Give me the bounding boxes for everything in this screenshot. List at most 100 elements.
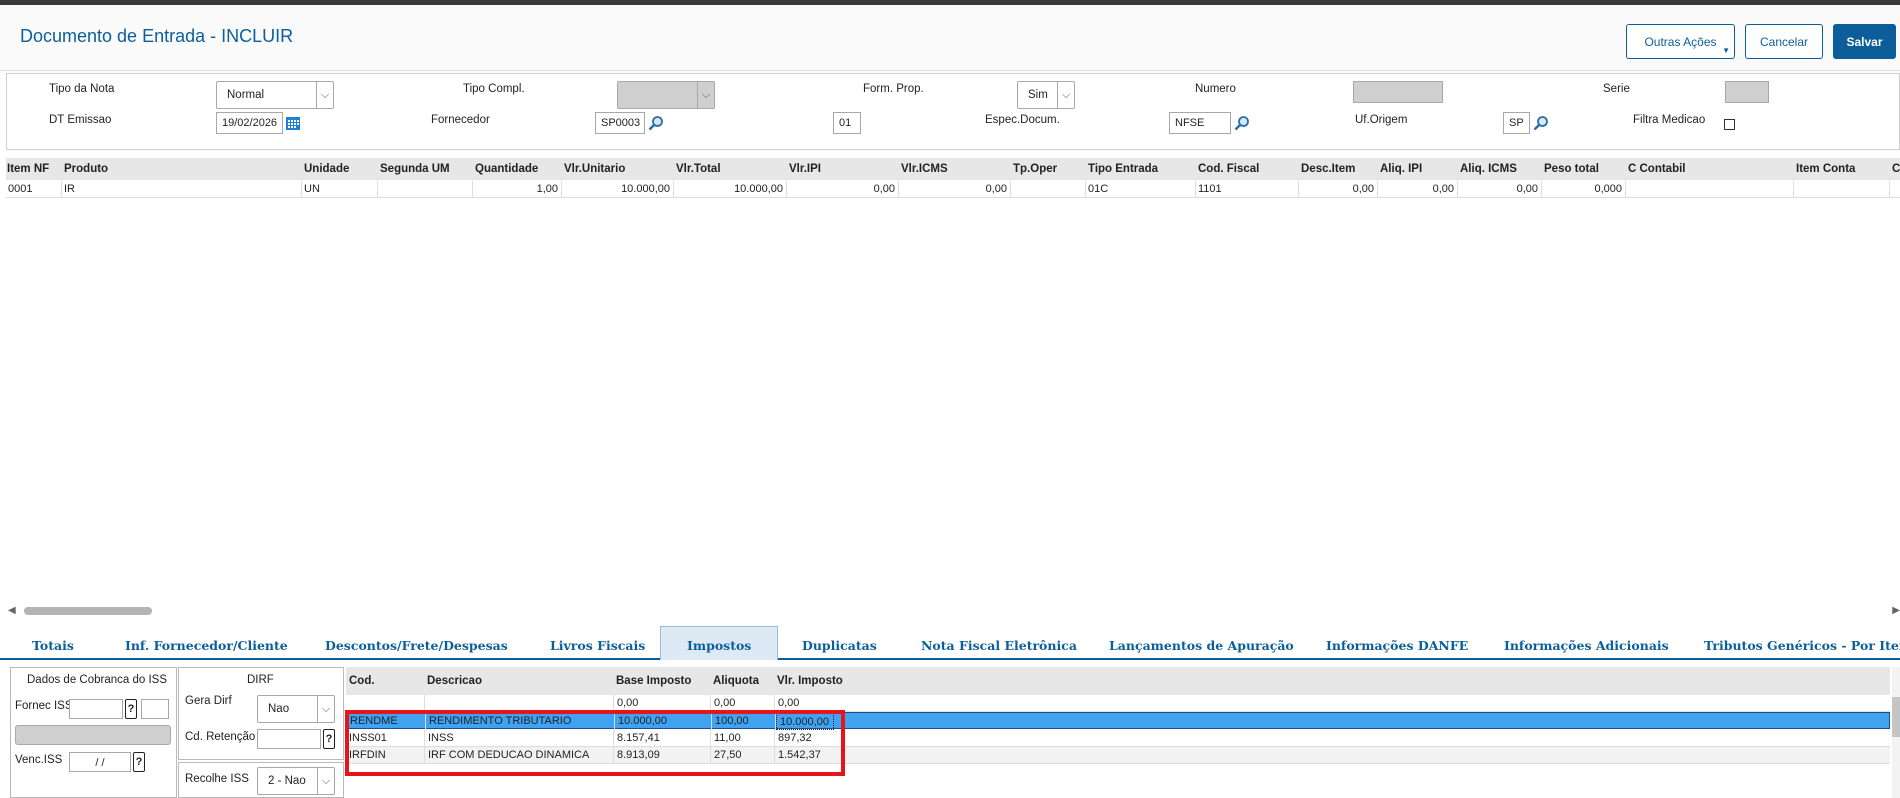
column-header[interactable]: Base Imposto [616,675,691,687]
column-header[interactable]: Tp.Oper [1013,163,1057,175]
numero-input[interactable] [1353,81,1443,103]
page-header: Documento de Entrada - INCLUIR Outras Aç… [0,5,1900,71]
gera-dirf-value: Nao [268,703,290,715]
scrollbar-thumb[interactable] [24,607,152,615]
column-header[interactable]: Item NF [7,163,49,175]
calendar-icon[interactable] [285,115,301,131]
cd-retencao-input[interactable] [257,729,321,749]
serie-input[interactable] [1725,81,1769,103]
column-header[interactable]: Aliq. ICMS [1460,163,1517,175]
page-title: Documento de Entrada - INCLUIR [20,26,294,46]
column-header[interactable]: Unidade [304,163,349,175]
tipo-nota-select[interactable]: Normal ⌵ [216,81,334,109]
column-header[interactable]: C Contabil [1628,163,1686,175]
column-header[interactable]: Aliquota [713,675,759,687]
cell-base: 10.000,00 [615,713,712,730]
fornec-iss-input[interactable] [69,699,123,719]
tab-livros-fiscais[interactable]: Livros Fiscais [550,638,645,653]
column-header[interactable]: Desc.Item [1301,163,1355,175]
espec-docum-input[interactable]: NFSE [1169,112,1231,134]
column-header[interactable]: Tipo Entrada [1088,163,1158,175]
cell-valor[interactable]: 10.000,00 [776,713,834,730]
cell-base: 0,00 [614,695,711,712]
column-header[interactable]: Vlr. Imposto [777,675,843,687]
totals-row[interactable]: 0,00 0,00 0,00 [346,695,1890,712]
tab-totais[interactable]: Totais [32,638,74,653]
search-icon[interactable] [648,115,664,131]
cd-retencao-label: Cd. Retenção [185,731,256,743]
fornec-iss-label: Fornec ISS [15,700,73,712]
cell-cod: INSS01 [346,730,425,747]
column-header[interactable]: Segunda UM [380,163,450,175]
tab-nota-fiscal-eletronica[interactable]: Nota Fiscal Eletrônica [921,638,1077,653]
fornec-iss-loja-input[interactable] [141,699,169,719]
taxes-grid-header: Cod. Descricao Base Imposto Aliquota Vlr… [346,667,1890,695]
scroll-left-icon[interactable]: ◀ [8,605,16,616]
outras-acoes-button[interactable]: Outras Ações ▼ [1626,24,1735,59]
column-header[interactable]: Cod. Fiscal [1198,163,1259,175]
cell-descricao [425,695,614,712]
column-header[interactable]: Quantidade [475,163,538,175]
cd-retencao-help-button[interactable]: ? [323,729,335,749]
column-header[interactable]: Item Conta [1796,163,1855,175]
loja-input[interactable]: 01 [833,112,861,134]
venc-iss-input[interactable]: / / [69,752,131,772]
tab-duplicatas[interactable]: Duplicatas [802,638,877,653]
table-row[interactable]: 0001 IR UN 1,00 10.000,00 10.000,00 0,00… [6,181,1900,198]
column-header[interactable]: Vlr.IPI [789,163,821,175]
chevron-down-icon: ⌵ [317,696,334,722]
tab-informacoes-adicionais[interactable]: Informações Adicionais [1504,638,1669,653]
fornecedor-input[interactable]: SP0003 [595,112,645,134]
taxes-grid-scrollbar[interactable] [1892,667,1900,798]
table-row[interactable]: IRFDIN IRF COM DEDUCAO DINAMICA 8.913,09… [346,747,1890,764]
cell-vlr-unitario: 10.000,00 [562,181,674,198]
cell-item-conta [1794,181,1890,198]
column-header[interactable]: Vlr.Unitario [564,163,625,175]
tab-informacoes-danfe[interactable]: Informações DANFE [1326,638,1468,653]
taxes-grid: Cod. Descricao Base Imposto Aliquota Vlr… [346,667,1890,798]
scroll-right-icon[interactable]: ▶ [1892,605,1900,616]
form-prop-value: Sim [1028,89,1048,101]
tab-tributos-genericos[interactable]: Tributos Genéricos - Por Item [1704,638,1900,653]
espec-docum-label: Espec.Docum. [985,114,1060,126]
column-header[interactable]: Vlr.Total [676,163,721,175]
dt-emissao-input[interactable]: 19/02/2026 [216,112,283,134]
scrollbar-thumb[interactable] [1892,697,1900,737]
filtra-medicao-label: Filtra Medicao [1633,114,1706,126]
save-button[interactable]: Salvar [1833,24,1896,59]
column-header[interactable]: Produto [64,163,108,175]
uf-origem-input[interactable]: SP [1503,112,1530,134]
recolhe-iss-label: Recolhe ISS [185,773,249,785]
table-row[interactable]: INSS01 INSS 8.157,41 11,00 897,32 [346,730,1890,747]
search-icon[interactable] [1533,115,1549,131]
fornec-iss-help-button[interactable]: ? [125,699,137,719]
cancel-button[interactable]: Cancelar [1745,24,1823,59]
venc-iss-label: Venc.ISS [15,754,63,766]
table-row[interactable]: RENDME RENDIMENTO TRIBUTARIO 10.000,00 1… [346,712,1890,730]
column-header[interactable]: Descricao [427,675,482,687]
column-header[interactable]: Aliq. IPI [1380,163,1422,175]
tab-inf-fornecedor[interactable]: Inf. Fornecedor/Cliente [125,638,288,653]
cell-descricao: INSS [425,730,614,747]
gera-dirf-select[interactable]: Nao ⌵ [257,695,335,723]
form-prop-select[interactable]: Sim ⌵ [1017,81,1075,109]
tipo-compl-select[interactable]: ⌵ [617,81,715,109]
items-grid-scrollbar[interactable]: ◀ ▶ [6,604,1900,618]
column-header[interactable]: Peso total [1544,163,1599,175]
recolhe-iss-select[interactable]: 2 - Nao ⌵ [257,767,335,795]
cell-aliquota: 0,00 [711,695,775,712]
cell-tipo-entrada: 01C [1086,181,1196,198]
tab-descontos[interactable]: Descontos/Frete/Despesas [325,638,508,653]
column-header[interactable]: C [1892,163,1900,175]
column-header[interactable]: Vlr.ICMS [901,163,948,175]
cell-tp-oper [1011,181,1086,198]
column-header[interactable]: Cod. [349,675,375,687]
tab-lancamentos-apuracao[interactable]: Lançamentos de Apuração [1109,638,1294,653]
tab-impostos[interactable]: Impostos [660,626,779,660]
venc-iss-help-button[interactable]: ? [133,752,145,772]
cell-aliquota: 11,00 [711,730,775,747]
iss-panel: Dados de Cobranca do ISS Fornec ISS ? Ve… [10,667,177,798]
search-icon[interactable] [1234,115,1250,131]
cell-segunda-um [378,181,473,198]
filtra-medicao-checkbox[interactable] [1724,119,1735,130]
